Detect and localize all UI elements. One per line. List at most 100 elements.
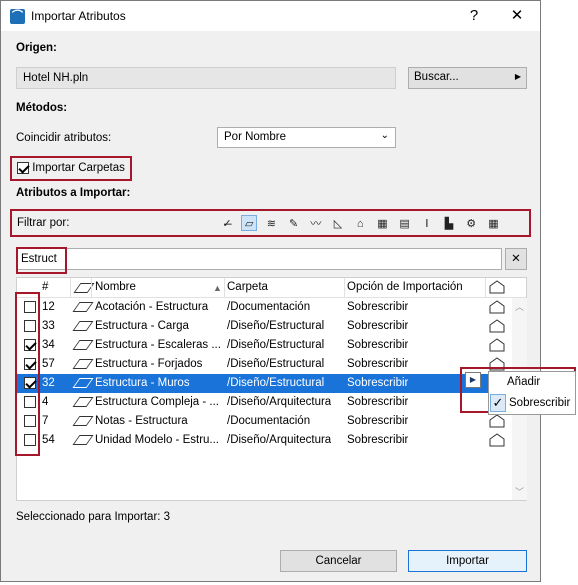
fill-type-icon: [72, 359, 94, 369]
attributes-section-label: Atributos a Importar:: [16, 187, 131, 199]
deselect-all-icon[interactable]: ✓̶: [219, 216, 235, 232]
row-number: 4: [42, 396, 49, 408]
import-button[interactable]: Importar: [408, 550, 527, 572]
import-option-menu: Añadir ✓ Sobrescribir: [488, 371, 576, 415]
fill-icon[interactable]: ▱: [241, 215, 258, 231]
row-name: Estructura Compleja - ...: [95, 396, 219, 408]
fill-type-icon: [72, 397, 94, 407]
markup-icon[interactable]: ▙: [441, 216, 457, 232]
profile-icon[interactable]: ▦: [374, 216, 390, 232]
table-row[interactable]: 12 Acotación - Estructura /Documentación…: [17, 298, 512, 317]
row-number: 57: [42, 358, 55, 370]
window-title: Importar Atributos: [31, 9, 126, 23]
cancel-button[interactable]: Cancelar: [280, 550, 397, 572]
row-import-option[interactable]: Sobrescribir: [347, 339, 408, 351]
row-name: Estructura - Muros: [95, 377, 190, 389]
mep-icon[interactable]: ⚙: [463, 216, 479, 232]
search-input[interactable]: Estruct: [16, 248, 502, 270]
checkbox-column-highlight: [15, 292, 40, 456]
filter-toolbar: ✓̶ ▱ ≋ ✎ 〰 ◺ ⌂ ▦ ▤ Ⅰ ▙ ⚙ ▦: [219, 215, 527, 233]
search-highlight: [16, 247, 67, 274]
row-number: 7: [42, 415, 49, 427]
row-import-option[interactable]: Sobrescribir: [347, 358, 408, 370]
menu-item-overwrite[interactable]: ✓ Sobrescribir: [489, 394, 575, 414]
fill-type-icon: [72, 378, 94, 388]
browse-button-label: Buscar...: [414, 71, 459, 83]
menu-item-overwrite-label: Sobrescribir: [509, 397, 571, 409]
house-icon: [489, 338, 505, 352]
row-folder: /Diseño/Estructural: [227, 377, 325, 389]
close-button[interactable]: ✕: [504, 6, 530, 26]
import-folders-label: Importar Carpetas: [32, 162, 125, 174]
table-row[interactable]: 57 Estructura - Forjados /Diseño/Estruct…: [17, 355, 512, 374]
origin-file-field: Hotel NH.pln: [16, 67, 396, 89]
surface-icon[interactable]: ◺: [330, 216, 346, 232]
row-name: Acotación - Estructura: [95, 301, 209, 313]
row-number: 12: [42, 301, 55, 313]
row-name: Estructura - Forjados: [95, 358, 203, 370]
line-icon[interactable]: 〰: [308, 216, 324, 232]
col-header-name[interactable]: Nombre: [95, 281, 136, 293]
row-import-option[interactable]: Sobrescribir: [347, 434, 408, 446]
match-attributes-value: Por Nombre: [224, 131, 286, 143]
row-import-option[interactable]: Sobrescribir: [347, 396, 408, 408]
col-sep: [70, 278, 71, 298]
row-name: Estructura - Carga: [95, 320, 189, 332]
menu-item-add[interactable]: Añadir: [507, 376, 540, 388]
filter-by-label: Filtrar por:: [17, 217, 70, 229]
row-folder: /Documentación: [227, 415, 311, 427]
checkmark-icon: ✓: [490, 394, 506, 412]
pen-icon[interactable]: ✎: [286, 216, 302, 232]
layer-icon[interactable]: Ⅰ: [419, 216, 435, 232]
chevron-down-icon: ⌄: [380, 130, 389, 141]
row-folder: /Documentación: [227, 301, 311, 313]
col-sep: [91, 278, 92, 298]
row-number: 33: [42, 320, 55, 332]
table-row[interactable]: 7 Notas - Estructura /Documentación Sobr…: [17, 412, 512, 431]
table-row-selected[interactable]: 32 Estructura - Muros /Diseño/Estructura…: [17, 374, 512, 393]
import-attributes-dialog: ⌒ Importar Atributos ? ✕ Origen: Hotel N…: [0, 0, 541, 582]
table-icon[interactable]: ▦: [485, 216, 501, 232]
row-name: Estructura - Escaleras ...: [95, 339, 221, 351]
help-button[interactable]: ?: [461, 6, 487, 26]
fill-type-icon: [72, 435, 94, 445]
col-header-import-option[interactable]: Opción de Importación: [347, 281, 463, 293]
row-folder: /Diseño/Estructural: [227, 358, 325, 370]
row-name: Notas - Estructura: [95, 415, 188, 427]
row-folder: /Diseño/Arquitectura: [227, 396, 332, 408]
fill-type-icon: [72, 340, 94, 350]
row-import-option[interactable]: Sobrescribir: [347, 377, 408, 389]
checkbox-checked-icon: [17, 162, 29, 174]
match-attributes-dropdown[interactable]: Por Nombre ⌄: [217, 127, 396, 148]
table-row[interactable]: 4 Estructura Compleja - ... /Diseño/Arqu…: [17, 393, 512, 412]
list-header: # Nombre ▲ Carpeta Opción de Importación: [17, 278, 526, 298]
table-row[interactable]: 34 Estructura - Escaleras ... /Diseño/Es…: [17, 336, 512, 355]
archicad-app-icon: ⌒: [10, 9, 25, 24]
origin-section-label: Origen:: [16, 42, 57, 54]
row-import-option[interactable]: Sobrescribir: [347, 415, 408, 427]
col-sep: [344, 278, 345, 298]
match-attributes-label: Coincidir atributos:: [16, 132, 112, 144]
row-import-option[interactable]: Sobrescribir: [347, 320, 408, 332]
fill-type-icon: [72, 302, 94, 312]
fill-type-icon: [72, 321, 94, 331]
col-header-folder[interactable]: Carpeta: [227, 281, 268, 293]
table-row[interactable]: 54 Unidad Modelo - Estru... /Diseño/Arqu…: [17, 431, 512, 450]
col-header-number[interactable]: #: [42, 281, 48, 293]
scroll-down-icon[interactable]: ﹀: [515, 485, 524, 498]
row-import-option[interactable]: Sobrescribir: [347, 301, 408, 313]
composite-icon[interactable]: ≋: [263, 216, 279, 232]
import-folders-checkbox[interactable]: Importar Carpetas: [17, 162, 125, 174]
col-sep: [485, 278, 486, 298]
scroll-up-icon[interactable]: ︿: [515, 300, 524, 313]
attributes-list: # Nombre ▲ Carpeta Opción de Importación…: [16, 277, 527, 501]
browse-button[interactable]: Buscar... ▶: [408, 67, 527, 89]
clear-search-button[interactable]: ✕: [505, 248, 527, 270]
zone-icon[interactable]: ⌂: [352, 216, 368, 232]
table-row[interactable]: 33 Estructura - Carga /Diseño/Estructura…: [17, 317, 512, 336]
building-material-icon[interactable]: ▤: [397, 216, 413, 232]
methods-section-label: Métodos:: [16, 102, 68, 114]
row-number: 34: [42, 339, 55, 351]
house-icon: [489, 280, 505, 294]
title-bar: ⌒ Importar Atributos ? ✕: [1, 1, 540, 31]
